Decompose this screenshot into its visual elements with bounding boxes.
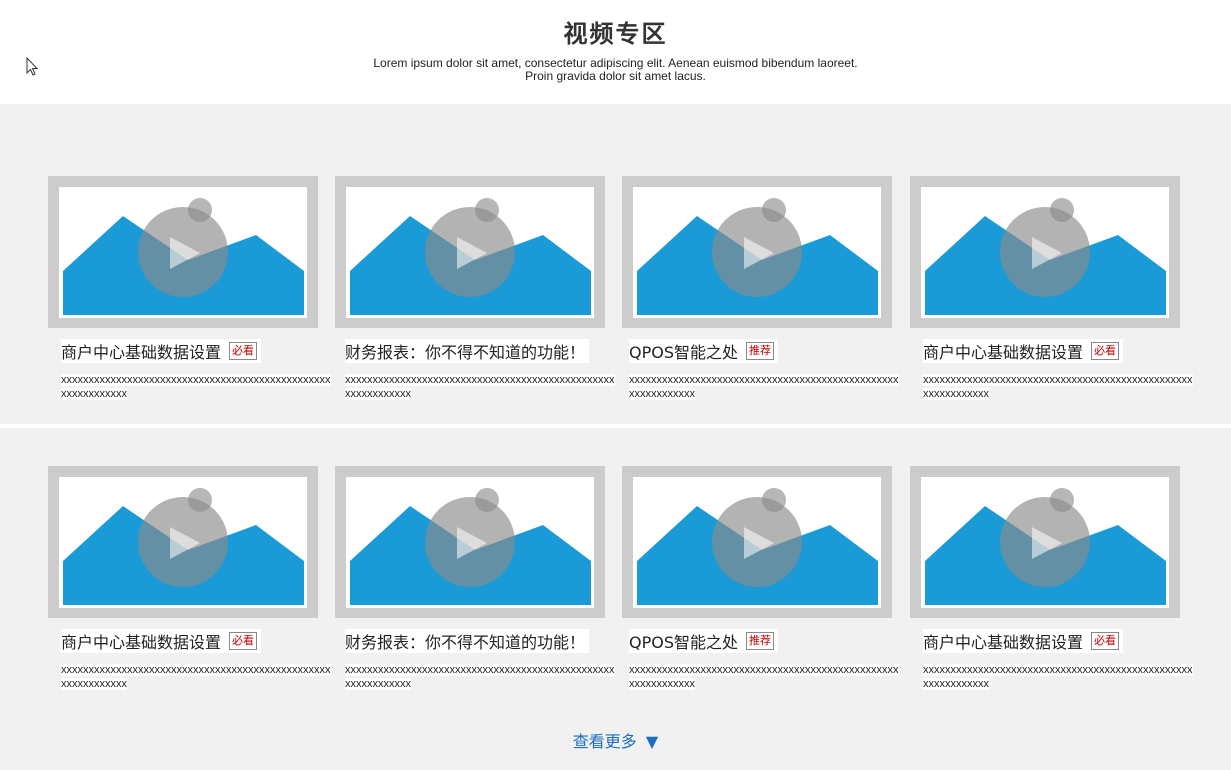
video-title[interactable]: QPOS智能之处 <box>629 629 738 653</box>
video-thumbnail[interactable] <box>48 176 318 328</box>
video-placeholder-icon <box>346 187 594 318</box>
badge-recommended: 推荐 <box>746 632 774 650</box>
video-title-row: QPOS智能之处 推荐 <box>629 339 778 363</box>
video-title[interactable]: QPOS智能之处 <box>629 339 738 363</box>
video-title[interactable]: 商户中心基础数据设置 <box>923 629 1083 653</box>
video-title[interactable]: 商户中心基础数据设置 <box>923 339 1083 363</box>
video-placeholder-icon <box>633 477 881 608</box>
video-title[interactable]: 财务报表：你不得不知道的功能！ <box>345 339 585 363</box>
video-description: xxxxxxxxxxxxxxxxxxxxxxxxxxxxxxxxxxxxxxxx… <box>345 664 615 690</box>
view-more-label: 查看更多 <box>572 732 637 751</box>
video-title-row: 财务报表：你不得不知道的功能！ <box>345 339 590 363</box>
video-thumbnail[interactable] <box>335 176 605 328</box>
video-title[interactable]: 财务报表：你不得不知道的功能！ <box>345 629 585 653</box>
video-placeholder-icon <box>59 477 307 608</box>
video-thumbnail[interactable] <box>910 466 1180 618</box>
video-thumbnail[interactable] <box>622 176 892 328</box>
video-thumbnail[interactable] <box>622 466 892 618</box>
video-description: xxxxxxxxxxxxxxxxxxxxxxxxxxxxxxxxxxxxxxxx… <box>923 664 1193 690</box>
video-title-row: QPOS智能之处 推荐 <box>629 629 778 653</box>
view-more-link[interactable]: 查看更多 ▼ <box>0 728 1231 752</box>
video-thumbnail[interactable] <box>910 176 1180 328</box>
video-title-row: 商户中心基础数据设置 必看 <box>61 629 262 653</box>
video-placeholder-icon <box>633 187 881 318</box>
video-title-row: 商户中心基础数据设置 必看 <box>923 339 1124 363</box>
video-placeholder-icon <box>59 187 307 318</box>
video-row-1: 商户中心基础数据设置 必看 xxxxxxxxxxxxxxxxxxxxxxxxxx… <box>0 104 1231 424</box>
page-header: 视频专区 Lorem ipsum dolor sit amet, consect… <box>0 0 1231 104</box>
video-placeholder-icon <box>921 187 1169 318</box>
subtitle-line-2: Proin gravida dolor sit amet lacus. <box>525 69 706 83</box>
page-title: 视频专区 <box>563 19 668 48</box>
mouse-cursor-icon <box>26 57 39 76</box>
page-subtitle: Lorem ipsum dolor sit amet, consectetur … <box>0 57 1231 83</box>
video-placeholder-icon <box>921 477 1169 608</box>
video-description: xxxxxxxxxxxxxxxxxxxxxxxxxxxxxxxxxxxxxxxx… <box>629 664 899 690</box>
badge-recommended: 推荐 <box>746 342 774 360</box>
video-placeholder-icon <box>346 477 594 608</box>
video-thumbnail[interactable] <box>335 466 605 618</box>
video-title[interactable]: 商户中心基础数据设置 <box>61 339 221 363</box>
video-description: xxxxxxxxxxxxxxxxxxxxxxxxxxxxxxxxxxxxxxxx… <box>923 374 1193 400</box>
video-description: xxxxxxxxxxxxxxxxxxxxxxxxxxxxxxxxxxxxxxxx… <box>61 664 331 690</box>
badge-must-watch: 必看 <box>229 342 258 360</box>
video-thumbnail[interactable] <box>48 466 318 618</box>
video-title-row: 财务报表：你不得不知道的功能！ <box>345 629 590 653</box>
video-row-2: 商户中心基础数据设置 必看 xxxxxxxxxxxxxxxxxxxxxxxxxx… <box>0 428 1231 770</box>
video-description: xxxxxxxxxxxxxxxxxxxxxxxxxxxxxxxxxxxxxxxx… <box>629 374 899 400</box>
video-description: xxxxxxxxxxxxxxxxxxxxxxxxxxxxxxxxxxxxxxxx… <box>345 374 615 400</box>
caret-down-icon: ▼ <box>645 732 659 751</box>
badge-must-watch: 必看 <box>1091 632 1120 650</box>
video-title-row: 商户中心基础数据设置 必看 <box>61 339 262 363</box>
video-title-row: 商户中心基础数据设置 必看 <box>923 629 1124 653</box>
video-description: xxxxxxxxxxxxxxxxxxxxxxxxxxxxxxxxxxxxxxxx… <box>61 374 331 400</box>
badge-must-watch: 必看 <box>1091 342 1120 360</box>
badge-must-watch: 必看 <box>229 632 258 650</box>
video-title[interactable]: 商户中心基础数据设置 <box>61 629 221 653</box>
